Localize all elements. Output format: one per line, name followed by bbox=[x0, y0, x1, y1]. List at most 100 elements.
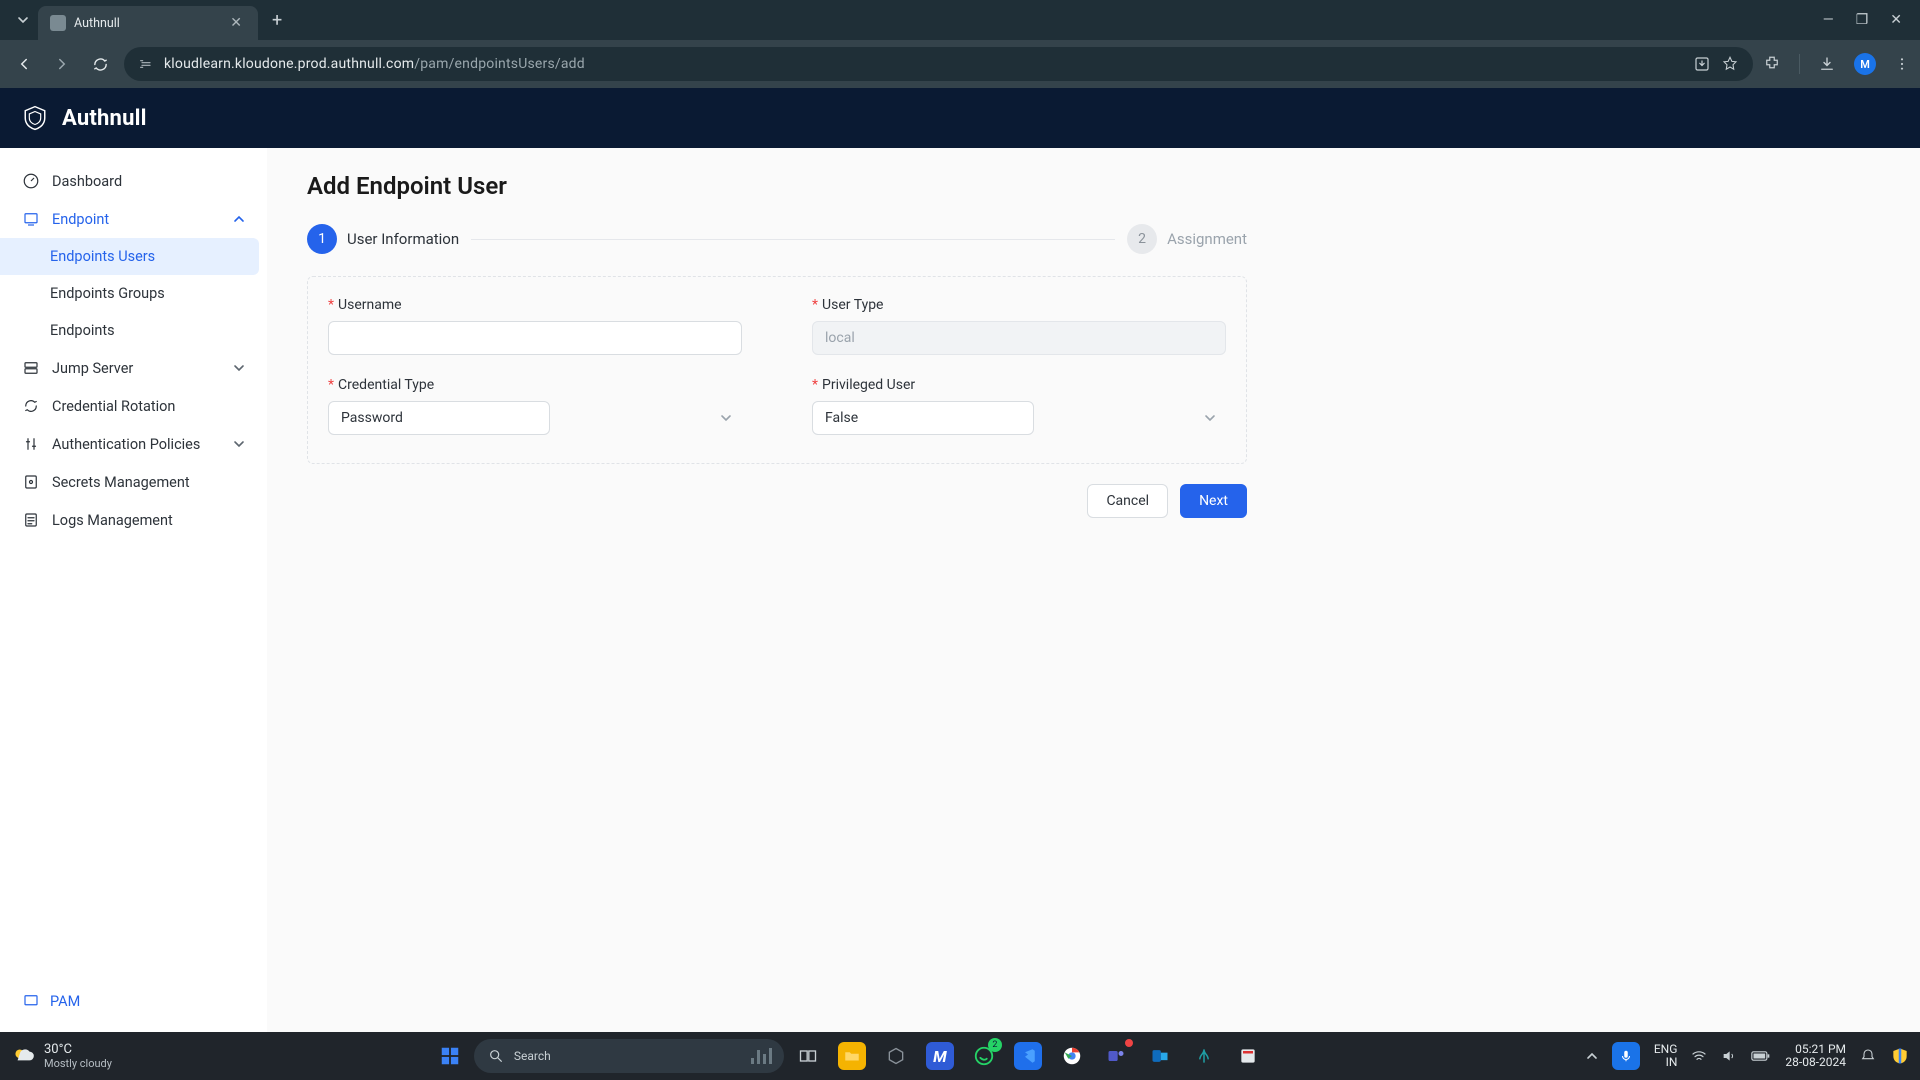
weather-icon bbox=[10, 1043, 36, 1069]
tray-chevron-icon[interactable] bbox=[1586, 1050, 1598, 1062]
sidebar-item-credential-rotation[interactable]: Credential Rotation bbox=[0, 387, 267, 425]
wifi-icon[interactable] bbox=[1691, 1048, 1707, 1064]
vscode-icon bbox=[1019, 1047, 1037, 1065]
vscode-alt-button[interactable] bbox=[1190, 1042, 1218, 1070]
start-button[interactable] bbox=[436, 1042, 464, 1070]
taskbar-app-1[interactable] bbox=[882, 1042, 910, 1070]
chevron-down-icon bbox=[233, 362, 245, 374]
favicon-icon bbox=[50, 15, 66, 31]
sidebar-item-logs-management[interactable]: Logs Management bbox=[0, 501, 267, 539]
browser-tab[interactable]: Authnull ✕ bbox=[38, 6, 258, 40]
app-name: Authnull bbox=[62, 106, 147, 131]
sidebar-subitem-endpoints[interactable]: Endpoints bbox=[0, 312, 267, 349]
url-text: kloudlearn.kloudone.prod.authnull.com/pa… bbox=[164, 56, 1683, 72]
tab-title: Authnull bbox=[74, 16, 218, 31]
step-assignment[interactable]: 2 Assignment bbox=[1127, 224, 1247, 254]
outlook-icon bbox=[1150, 1046, 1170, 1066]
file-explorer-button[interactable] bbox=[838, 1042, 866, 1070]
outlook-button[interactable] bbox=[1146, 1042, 1174, 1070]
clock[interactable]: 05:21 PM 28-08-2024 bbox=[1785, 1043, 1846, 1069]
notifications-icon[interactable] bbox=[1860, 1048, 1876, 1064]
bookmark-icon[interactable] bbox=[1721, 55, 1739, 73]
extensions-icon[interactable] bbox=[1763, 55, 1781, 73]
sidebar-item-endpoint[interactable]: Endpoint bbox=[0, 200, 267, 238]
sidebar-item-label: Endpoints Users bbox=[50, 248, 155, 265]
taskbar-app-3[interactable] bbox=[1234, 1042, 1262, 1070]
chevron-down-icon bbox=[17, 14, 29, 26]
separator bbox=[1799, 54, 1800, 74]
sidebar-item-jump-server[interactable]: Jump Server bbox=[0, 349, 267, 387]
language-bottom: IN bbox=[1654, 1056, 1678, 1069]
taskbar-app-4[interactable] bbox=[1890, 1046, 1910, 1066]
credential-type-select[interactable] bbox=[328, 401, 742, 435]
sidebar-item-dashboard[interactable]: Dashboard bbox=[0, 162, 267, 200]
search-icon bbox=[488, 1048, 504, 1064]
battery-icon[interactable] bbox=[1751, 1049, 1771, 1063]
close-icon[interactable]: ✕ bbox=[226, 15, 246, 31]
privileged-user-value[interactable] bbox=[812, 401, 1034, 435]
teams-button[interactable] bbox=[1102, 1042, 1130, 1070]
cancel-button[interactable]: Cancel bbox=[1087, 484, 1168, 518]
window-close-button[interactable]: ✕ bbox=[1890, 12, 1902, 28]
new-tab-button[interactable]: + bbox=[258, 10, 296, 31]
vscode-button[interactable] bbox=[1014, 1042, 1042, 1070]
windows-taskbar: 30°C Mostly cloudy Search M 2 bbox=[0, 1032, 1920, 1080]
browser-tab-strip: Authnull ✕ + ― ❐ ✕ bbox=[0, 0, 1920, 40]
tabs-dropdown-button[interactable] bbox=[8, 6, 38, 34]
sidebar: Dashboard Endpoint Endpoints Users Endpo… bbox=[0, 148, 267, 1032]
site-settings-icon[interactable] bbox=[138, 56, 154, 72]
install-app-icon[interactable] bbox=[1693, 55, 1711, 73]
sidebar-item-authentication-policies[interactable]: Authentication Policies bbox=[0, 425, 267, 463]
sidebar-footer-pam[interactable]: PAM bbox=[0, 982, 267, 1032]
taskbar-app-2[interactable]: M bbox=[926, 1042, 954, 1070]
weather-temp: 30°C bbox=[44, 1042, 72, 1057]
field-credential-type: *Credential Type bbox=[328, 377, 742, 435]
profile-avatar[interactable]: M bbox=[1854, 53, 1876, 75]
sidebar-item-label: Authentication Policies bbox=[52, 436, 200, 453]
step-user-information[interactable]: 1 User Information bbox=[307, 224, 459, 254]
sidebar-item-secrets-management[interactable]: Secrets Management bbox=[0, 463, 267, 501]
sidebar-item-label: Secrets Management bbox=[52, 474, 190, 491]
window-maximize-button[interactable]: ❐ bbox=[1856, 12, 1869, 28]
voice-access-button[interactable] bbox=[1612, 1042, 1640, 1070]
windows-icon bbox=[439, 1045, 461, 1067]
reload-button[interactable] bbox=[86, 50, 114, 78]
app-logo-icon bbox=[22, 105, 48, 131]
sidebar-footer-label: PAM bbox=[50, 993, 80, 1010]
sidebar-item-label: Endpoints bbox=[50, 322, 115, 339]
microphone-icon bbox=[1619, 1049, 1633, 1063]
date-text: 28-08-2024 bbox=[1785, 1056, 1846, 1069]
coral-icon bbox=[1194, 1046, 1214, 1066]
back-button[interactable] bbox=[10, 50, 38, 78]
username-input[interactable] bbox=[328, 321, 742, 355]
language-indicator[interactable]: ENG IN bbox=[1654, 1043, 1678, 1069]
weather-condition: Mostly cloudy bbox=[44, 1057, 112, 1070]
chrome-icon bbox=[1061, 1045, 1083, 1067]
task-view-button[interactable] bbox=[794, 1042, 822, 1070]
address-bar[interactable]: kloudlearn.kloudone.prod.authnull.com/pa… bbox=[124, 47, 1753, 81]
taskbar-weather[interactable]: 30°C Mostly cloudy bbox=[10, 1042, 112, 1070]
sidebar-subitem-endpoints-users[interactable]: Endpoints Users bbox=[0, 238, 259, 275]
folder-icon bbox=[843, 1047, 861, 1065]
chrome-button[interactable] bbox=[1058, 1042, 1086, 1070]
sidebar-subitem-endpoints-groups[interactable]: Endpoints Groups bbox=[0, 275, 267, 312]
forward-button[interactable] bbox=[48, 50, 76, 78]
privileged-user-select[interactable] bbox=[812, 401, 1226, 435]
window-minimize-button[interactable]: ― bbox=[1823, 12, 1834, 28]
server-icon bbox=[22, 359, 40, 377]
taskbar-search[interactable]: Search bbox=[474, 1039, 784, 1073]
downloads-icon[interactable] bbox=[1818, 55, 1836, 73]
kebab-menu-icon[interactable] bbox=[1894, 56, 1910, 72]
search-placeholder: Search bbox=[514, 1049, 551, 1063]
hexagon-icon bbox=[886, 1046, 906, 1066]
policy-icon bbox=[22, 435, 40, 453]
app-header: Authnull bbox=[0, 88, 1920, 148]
volume-icon[interactable] bbox=[1721, 1048, 1737, 1064]
next-button[interactable]: Next bbox=[1180, 484, 1247, 518]
whatsapp-button[interactable]: 2 bbox=[970, 1042, 998, 1070]
chevron-down-icon bbox=[1204, 412, 1216, 424]
credential-type-value[interactable] bbox=[328, 401, 550, 435]
chevron-up-icon bbox=[233, 213, 245, 225]
browser-toolbar: kloudlearn.kloudone.prod.authnull.com/pa… bbox=[0, 40, 1920, 88]
search-highlight-icon bbox=[751, 1048, 772, 1064]
